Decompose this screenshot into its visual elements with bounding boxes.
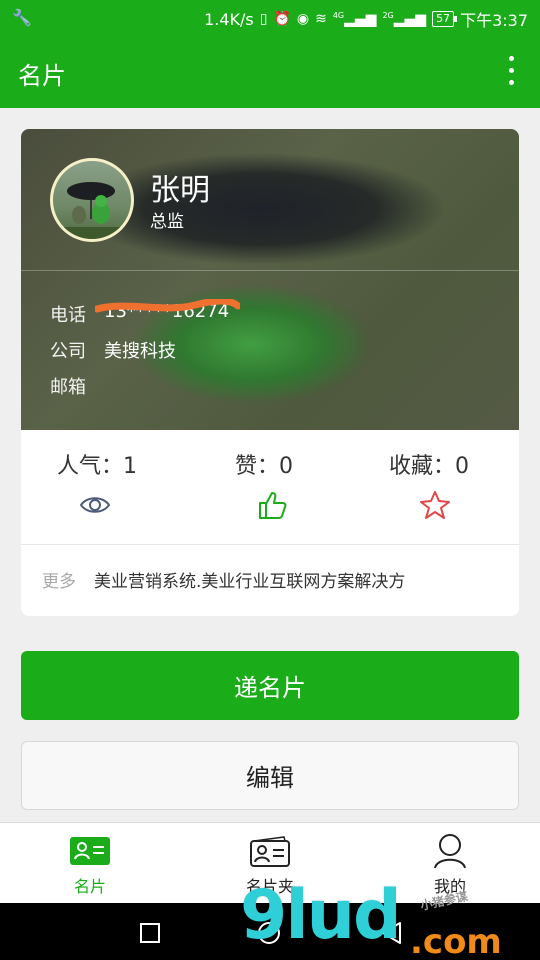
app-bar: 名片 xyxy=(0,36,540,108)
person-title: 总监 xyxy=(150,212,184,232)
redaction-scribble xyxy=(95,299,240,313)
wrench-icon: 🔧 xyxy=(12,8,32,27)
thumbs-up-icon xyxy=(257,490,289,520)
battery-icon: 57 xyxy=(432,11,458,27)
business-card: 张明 总监 电话 13*****16274 公司 美搜科技 邮箱 人气：1 赞：… xyxy=(21,129,519,616)
watermark-suffix: .com xyxy=(410,922,502,960)
send-card-button[interactable]: 递名片 xyxy=(21,651,519,720)
email-label: 邮箱 xyxy=(50,377,86,398)
phone-label: 电话 xyxy=(50,305,86,326)
vibrate-icon: ▯ xyxy=(259,11,268,27)
company-value: 美搜科技 xyxy=(104,341,176,362)
card-divider-more xyxy=(21,544,519,545)
favorites-label: 收藏：0 xyxy=(389,454,469,479)
stat-favorites[interactable]: 收藏：0 xyxy=(389,448,469,520)
card-holder-icon xyxy=(210,833,330,869)
eye-icon xyxy=(79,490,111,520)
card-divider xyxy=(21,270,519,271)
star-icon xyxy=(419,490,451,520)
avatar[interactable] xyxy=(50,158,134,242)
more-menu-icon[interactable] xyxy=(504,56,518,90)
tab-card[interactable]: 名片 xyxy=(30,833,150,897)
info-row-email: 邮箱 xyxy=(50,373,104,399)
net-speed: 1.4K/s xyxy=(204,9,254,29)
person-name: 张明 xyxy=(150,173,210,208)
alarm-icon: ⏰ xyxy=(273,11,291,27)
status-time: 下午3:37 xyxy=(460,11,528,30)
likes-label: 赞：0 xyxy=(235,454,293,479)
more-row[interactable]: 更多 美业营销系统.美业行业互联网方案解决方 xyxy=(42,567,405,592)
card-icon xyxy=(30,833,150,869)
more-label: 更多 xyxy=(42,572,76,592)
info-row-company: 公司 美搜科技 xyxy=(50,337,176,363)
eye-icon: ◉ xyxy=(296,11,310,27)
tab-mine[interactable]: 我的 xyxy=(390,833,510,897)
edit-button[interactable]: 编辑 xyxy=(21,741,519,810)
tab-card-label: 名片 xyxy=(73,877,106,896)
popularity-label: 人气：1 xyxy=(57,454,137,479)
watermark: 9lud .com 小猪参谋 xyxy=(240,876,502,960)
more-text: 美业营销系统.美业行业互联网方案解决方 xyxy=(94,572,406,592)
page-title: 名片 xyxy=(18,62,66,90)
wifi-icon: ≋ xyxy=(315,11,327,27)
status-bar: 🔧 1.4K/s ▯ ⏰ ◉ ≋ 4G▂▄▆ 2G▂▄▆ 57 下午3:37 xyxy=(0,0,540,36)
person-icon xyxy=(390,833,510,869)
company-label: 公司 xyxy=(50,341,86,362)
stat-popularity[interactable]: 人气：1 xyxy=(57,448,137,520)
signal-4g-icon: 4G▂▄▆ xyxy=(332,10,377,28)
stats-row: 人气：1 赞：0 收藏：0 xyxy=(21,430,519,544)
signal-2g-icon: 2G▂▄▆ xyxy=(382,10,427,28)
watermark-main: 9lud xyxy=(240,876,402,955)
status-indicators: 1.4K/s ▯ ⏰ ◉ ≋ 4G▂▄▆ 2G▂▄▆ 57 下午3:37 xyxy=(204,7,528,31)
stat-likes[interactable]: 赞：0 xyxy=(235,448,293,520)
recents-button[interactable] xyxy=(140,923,160,943)
